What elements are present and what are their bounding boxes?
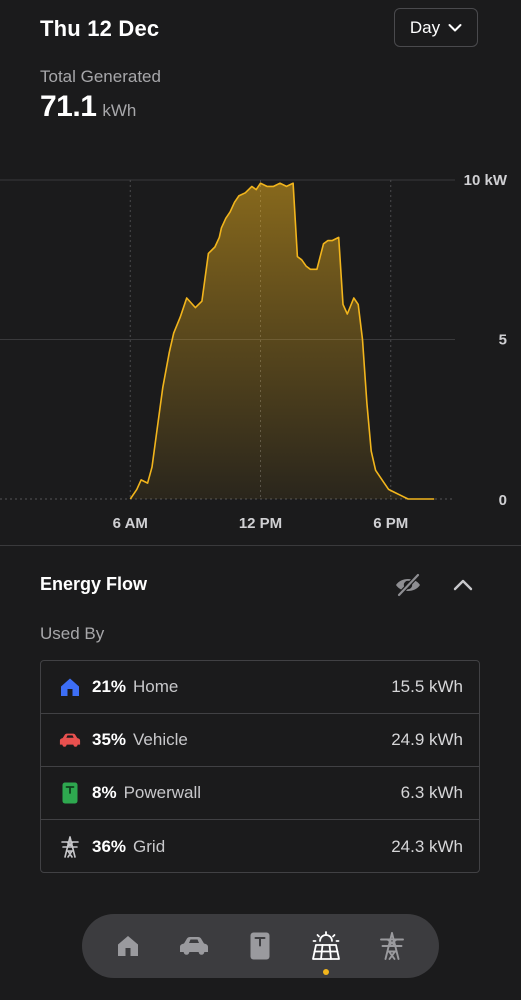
used-by-percent: 36% — [92, 836, 127, 856]
total-generated-value: 71.1 kWh — [40, 90, 136, 124]
nav-grid-button[interactable] — [374, 928, 410, 964]
used-by-name: Powerwall — [123, 783, 202, 802]
chevron-down-icon — [448, 23, 462, 31]
energy-flow-title: Energy Flow — [40, 574, 148, 594]
total-generated-label: Total Generated — [40, 67, 161, 86]
grid-tower-icon — [380, 932, 404, 960]
powerwall-icon — [250, 932, 270, 960]
solar-icon — [312, 931, 340, 960]
generation-chart[interactable]: 6 AM 12 PM 6 PM 10 kW 5 0 — [0, 160, 521, 540]
vehicle-icon — [180, 937, 208, 955]
chevron-up-icon[interactable] — [450, 572, 476, 598]
range-selector[interactable]: Day — [394, 8, 478, 47]
total-generated-unit: kWh — [102, 101, 137, 120]
x-tick-label: 6 PM — [373, 515, 408, 532]
home-icon — [59, 676, 81, 698]
page-title: Thu 12 Dec — [40, 16, 160, 41]
used-by-name: Home — [133, 677, 179, 696]
used-by-value: 6.3 kWh — [400, 783, 463, 802]
used-by-row-grid[interactable]: 36% Grid 24.3 kWh — [41, 820, 479, 872]
used-by-percent: 8% — [92, 783, 117, 802]
powerwall-icon — [59, 782, 81, 804]
used-by-row-powerwall[interactable]: 8% Powerwall 6.3 kWh — [41, 767, 479, 820]
grid-tower-icon — [59, 835, 81, 858]
y-tick-label: 5 — [499, 332, 507, 349]
nav-home-button[interactable] — [110, 928, 146, 964]
used-by-name: Vehicle — [133, 730, 188, 749]
y-tick-label: 0 — [499, 492, 507, 509]
nav-vehicle-button[interactable] — [176, 928, 212, 964]
used-by-row-home[interactable]: 21% Home 15.5 kWh — [41, 661, 479, 714]
used-by-table: 21% Home 15.5 kWh 35% Vehicle 24.9 kWh 8… — [40, 660, 480, 873]
total-generated-number: 71.1 — [40, 90, 97, 123]
y-tick-label: 10 kW — [464, 172, 508, 189]
used-by-value: 24.9 kWh — [391, 730, 463, 749]
used-by-percent: 21% — [92, 677, 127, 696]
generation-area — [0, 183, 521, 499]
section-divider — [0, 545, 521, 546]
x-tick-label: 12 PM — [239, 515, 282, 532]
nav-powerwall-button[interactable] — [242, 928, 278, 964]
eye-hidden-icon[interactable] — [393, 571, 423, 599]
x-tick-label: 6 AM — [113, 515, 148, 532]
range-selector-label: Day — [409, 17, 441, 37]
used-by-label: Used By — [40, 624, 105, 643]
active-indicator-dot — [323, 969, 329, 975]
used-by-value: 15.5 kWh — [391, 677, 463, 696]
used-by-name: Grid — [133, 836, 166, 856]
vehicle-icon — [59, 729, 81, 751]
used-by-row-vehicle[interactable]: 35% Vehicle 24.9 kWh — [41, 714, 479, 767]
nav-solar-button[interactable] — [308, 928, 344, 964]
home-icon — [118, 936, 138, 956]
used-by-value: 24.3 kWh — [391, 836, 463, 856]
generation-chart-svg: 6 AM 12 PM 6 PM 10 kW 5 0 — [0, 172, 521, 532]
used-by-percent: 35% — [92, 730, 127, 749]
bottom-nav — [82, 914, 439, 978]
